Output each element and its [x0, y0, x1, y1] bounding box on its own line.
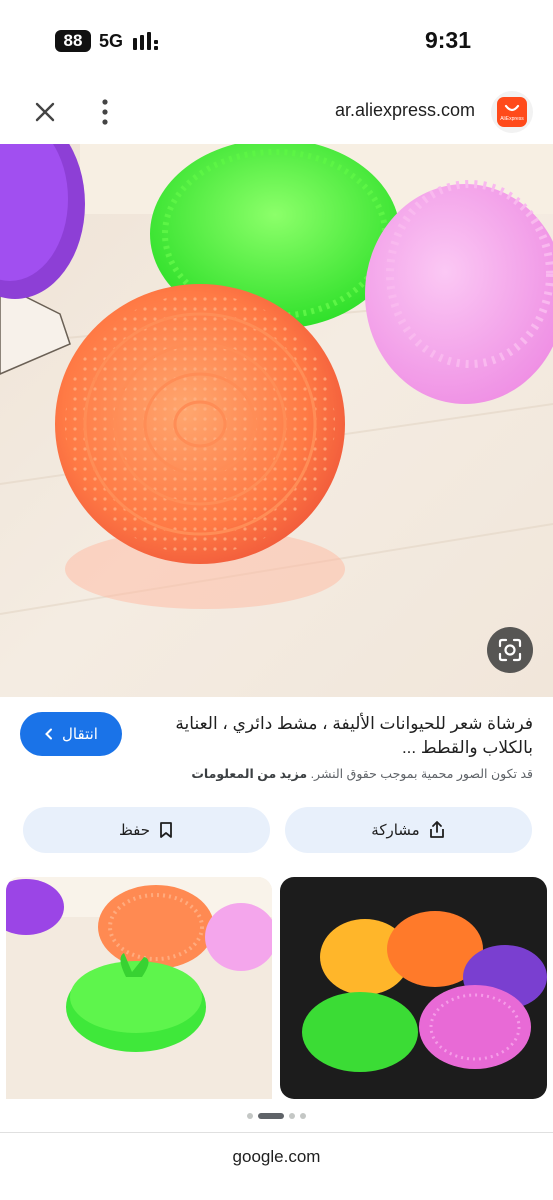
status-bar: 88 5G 9:31 — [0, 0, 553, 80]
related-image-thumbnail[interactable] — [6, 877, 272, 1099]
battery-indicator: 88 — [55, 30, 91, 52]
clock: 9:31 — [424, 27, 471, 53]
hero-image[interactable] — [0, 144, 553, 697]
lens-icon — [498, 638, 522, 662]
bookmark-icon — [160, 822, 172, 838]
browser-header: ar.aliexpress.com AliExpress — [0, 80, 553, 144]
copyright-text: قد تكون الصور محمية بموجب حقوق النشر. — [310, 767, 533, 781]
pager-dot-active — [258, 1113, 284, 1119]
brushes-dark-thumbnail-photo — [280, 877, 547, 1099]
signal-icon — [133, 32, 158, 50]
google-lens-button[interactable] — [487, 627, 533, 673]
close-icon[interactable] — [32, 99, 58, 125]
image-pager — [0, 1110, 553, 1122]
source-domain[interactable]: ar.aliexpress.com — [335, 100, 475, 121]
footer-domain[interactable]: google.com — [0, 1147, 553, 1167]
save-button[interactable]: حفظ — [23, 807, 270, 853]
pager-dot — [247, 1113, 253, 1119]
visit-label: انتقال — [62, 726, 98, 743]
footer-divider — [0, 1132, 553, 1133]
save-label: حفظ — [118, 822, 151, 839]
network-label: 5G — [99, 31, 124, 51]
chevron-left-icon — [45, 728, 53, 740]
brushes-thumbnail-photo — [6, 877, 272, 1099]
aliexpress-logo-icon: AliExpress — [497, 97, 527, 127]
pet-brushes-photo — [0, 144, 553, 697]
copyright-notice: قد تكون الصور محمية بموجب حقوق النشر. مز… — [93, 766, 533, 781]
pager-dot — [300, 1113, 306, 1119]
site-logo-text: AliExpress — [500, 116, 524, 122]
site-favicon: AliExpress — [491, 91, 533, 133]
share-button[interactable]: مشاركة — [285, 807, 532, 853]
share-icon — [429, 821, 444, 838]
more-vert-icon[interactable] — [95, 98, 115, 126]
result-title[interactable]: فرشاة شعر للحيوانات الأليفة ، مشط دائري … — [153, 712, 533, 760]
share-label: مشاركة — [371, 822, 420, 839]
more-info-link[interactable]: مزيد من المعلومات — [191, 767, 307, 781]
visit-button[interactable]: انتقال — [20, 712, 122, 756]
pager-dot — [289, 1113, 295, 1119]
related-image-thumbnail[interactable] — [280, 877, 547, 1099]
